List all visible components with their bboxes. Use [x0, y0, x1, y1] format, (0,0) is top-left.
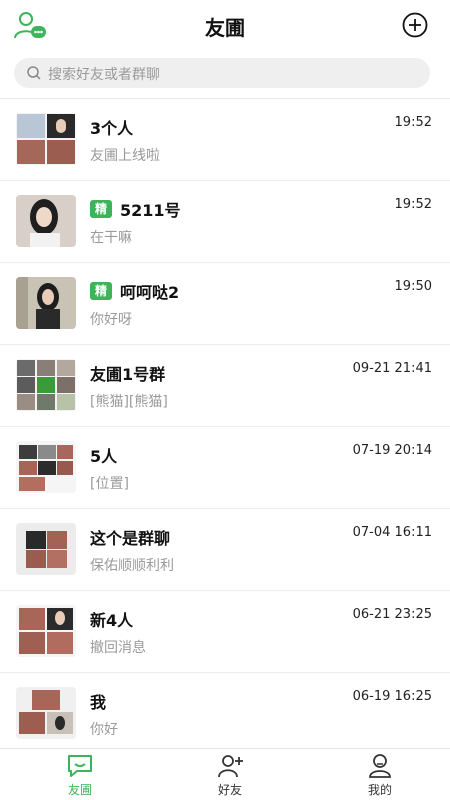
timestamp: 19:52 [394, 197, 432, 212]
conversation-name: 新4人 [90, 611, 134, 630]
user-avatar [16, 277, 76, 329]
last-message: [熊猫][熊猫] [90, 394, 168, 410]
tab-label: 我的 [367, 783, 392, 797]
page-title: 友圃 [205, 16, 245, 40]
group-avatar [16, 605, 76, 657]
timestamp: 19:50 [394, 279, 432, 294]
top-bar: 友圃 [0, 0, 450, 52]
last-message: 你好呀 [90, 312, 132, 328]
group-avatar [16, 523, 76, 575]
user-avatar [16, 195, 76, 247]
conversation-name: 3个人 [90, 119, 134, 138]
conversation-row[interactable]: 精 5211号 在干嘛 19:52 [0, 180, 450, 262]
tab-friends[interactable]: 好友 [200, 753, 260, 798]
group-avatar [16, 113, 76, 165]
timestamp: 06-19 16:25 [352, 689, 432, 704]
bottom-tab-bar: 友圃 好友 我的 [0, 748, 450, 800]
conversation-row[interactable]: 我 你好 06-19 16:25 [0, 672, 450, 754]
last-message: 友圃上线啦 [90, 148, 160, 164]
group-avatar [16, 359, 76, 411]
profile-icon [369, 754, 391, 778]
featured-badge: 精 [90, 200, 113, 218]
conversation-row[interactable]: 友圃1号群 [熊猫][熊猫] 09-21 21:41 [0, 344, 450, 426]
conversation-name: 这个是群聊 [90, 529, 171, 548]
search-icon [26, 65, 42, 81]
group-avatar [16, 687, 76, 739]
last-message: [位置] [90, 476, 129, 492]
add-icon[interactable] [402, 12, 428, 38]
conversation-name: 5人 [90, 447, 118, 466]
timestamp: 07-19 20:14 [352, 443, 432, 458]
conversation-row[interactable]: 精呵呵哒2 你好呀 19:50 [0, 262, 450, 344]
timestamp: 06-21 23:25 [352, 607, 432, 622]
timestamp: 09-21 21:41 [352, 361, 432, 376]
conversation-row[interactable]: 5人 [位置] 07-19 20:14 [0, 426, 450, 508]
conversation-name: 呵呵哒2 [120, 283, 180, 302]
last-message: 在干嘛 [90, 230, 132, 246]
tab-youpu[interactable]: 友圃 [50, 753, 110, 798]
search-input[interactable]: 搜索好友或者群聊 [14, 58, 430, 88]
conversation-row[interactable]: 3个人 友圃上线啦 19:52 [0, 98, 450, 180]
featured-badge: 精 [90, 282, 113, 300]
last-message: 撤回消息 [90, 640, 146, 656]
timestamp: 19:52 [394, 115, 432, 130]
tab-label: 友圃 [67, 783, 92, 797]
add-friend-icon [218, 755, 243, 778]
group-avatar [16, 441, 76, 493]
search-placeholder: 搜索好友或者群聊 [48, 67, 160, 83]
last-message: 保佑顺顺利利 [90, 558, 174, 574]
chat-icon [68, 755, 92, 777]
tab-label: 好友 [217, 783, 242, 797]
last-message: 你好 [90, 722, 118, 738]
conversation-name: 5211号 [120, 201, 181, 220]
conversation-name: 友圃1号群 [90, 365, 166, 384]
tab-me[interactable]: 我的 [350, 753, 410, 798]
timestamp: 07-04 16:11 [352, 525, 432, 540]
conversation-list: 3个人 友圃上线啦 19:52 精 5211号 在干嘛 19:52 精呵呵哒2 你… [0, 98, 450, 754]
conversation-row[interactable]: 新4人 撤回消息 06-21 23:25 [0, 590, 450, 672]
conversation-name: 我 [90, 693, 107, 712]
conversation-row[interactable]: 这个是群聊 保佑顺顺利利 07-04 16:11 [0, 508, 450, 590]
